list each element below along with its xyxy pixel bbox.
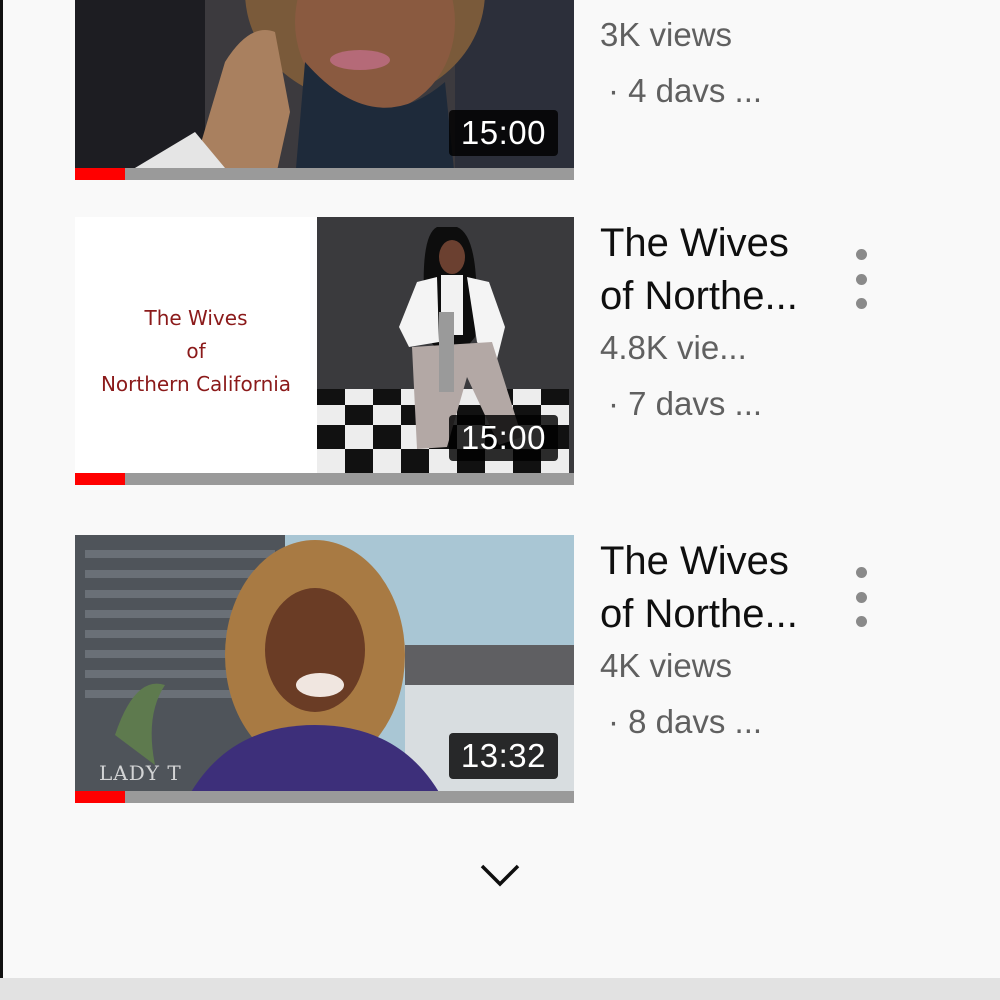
watch-progress-bar <box>75 168 574 180</box>
menu-dot <box>855 591 867 603</box>
more-vert-icon[interactable] <box>850 567 872 627</box>
title-card-line: Northern California <box>100 371 292 396</box>
upload-age: · 4 davs ... <box>608 72 763 109</box>
more-vert-icon[interactable] <box>850 249 872 309</box>
upload-age: · 8 davs ... <box>608 703 763 740</box>
view-count: 4K views <box>600 647 733 684</box>
menu-dot <box>855 567 867 578</box>
watch-progress-bar <box>75 473 574 485</box>
menu-dot <box>855 298 867 309</box>
watch-progress-fill <box>75 168 125 180</box>
channel-watermark: LADY T <box>99 761 182 785</box>
video-title[interactable]: The Wives of Northe... <box>600 535 810 641</box>
title-card-line: of <box>186 338 206 363</box>
view-count: 4.8K vie... <box>600 329 747 366</box>
watch-progress-bar <box>75 791 574 803</box>
video-meta: 3K views · 4 davs ... <box>600 0 810 116</box>
duration-badge: 15:00 <box>448 110 558 156</box>
upload-age: · 7 davs ... <box>608 385 763 422</box>
video-thumbnail[interactable]: The Wives of Northern California 15:00 <box>75 217 574 485</box>
watch-progress-fill <box>75 791 125 803</box>
duration-badge: 13:32 <box>448 733 558 779</box>
video-thumbnail[interactable]: LADY T 13:32 <box>75 535 574 803</box>
video-meta: The Wives of Northe... 4K views · 8 davs… <box>600 535 810 747</box>
menu-dot <box>855 273 867 285</box>
duration-badge: 15:00 <box>448 415 558 461</box>
chevron-down-icon[interactable] <box>478 858 522 892</box>
view-count: 3K views <box>600 16 733 53</box>
bottom-bar <box>0 978 1000 1000</box>
menu-dot <box>855 616 867 627</box>
title-card-line: The Wives <box>144 305 248 330</box>
thumbnail-title-card: The Wives of Northern California <box>75 217 317 485</box>
chevron-down-glyph <box>480 864 520 887</box>
window-edge <box>0 0 3 1000</box>
watch-progress-fill <box>75 473 125 485</box>
menu-dot <box>855 249 867 260</box>
video-thumbnail[interactable]: 15:00 <box>75 0 574 180</box>
video-title[interactable]: The Wives of Northe... <box>600 217 810 323</box>
video-meta: The Wives of Northe... 4.8K vie... · 7 d… <box>600 217 810 429</box>
